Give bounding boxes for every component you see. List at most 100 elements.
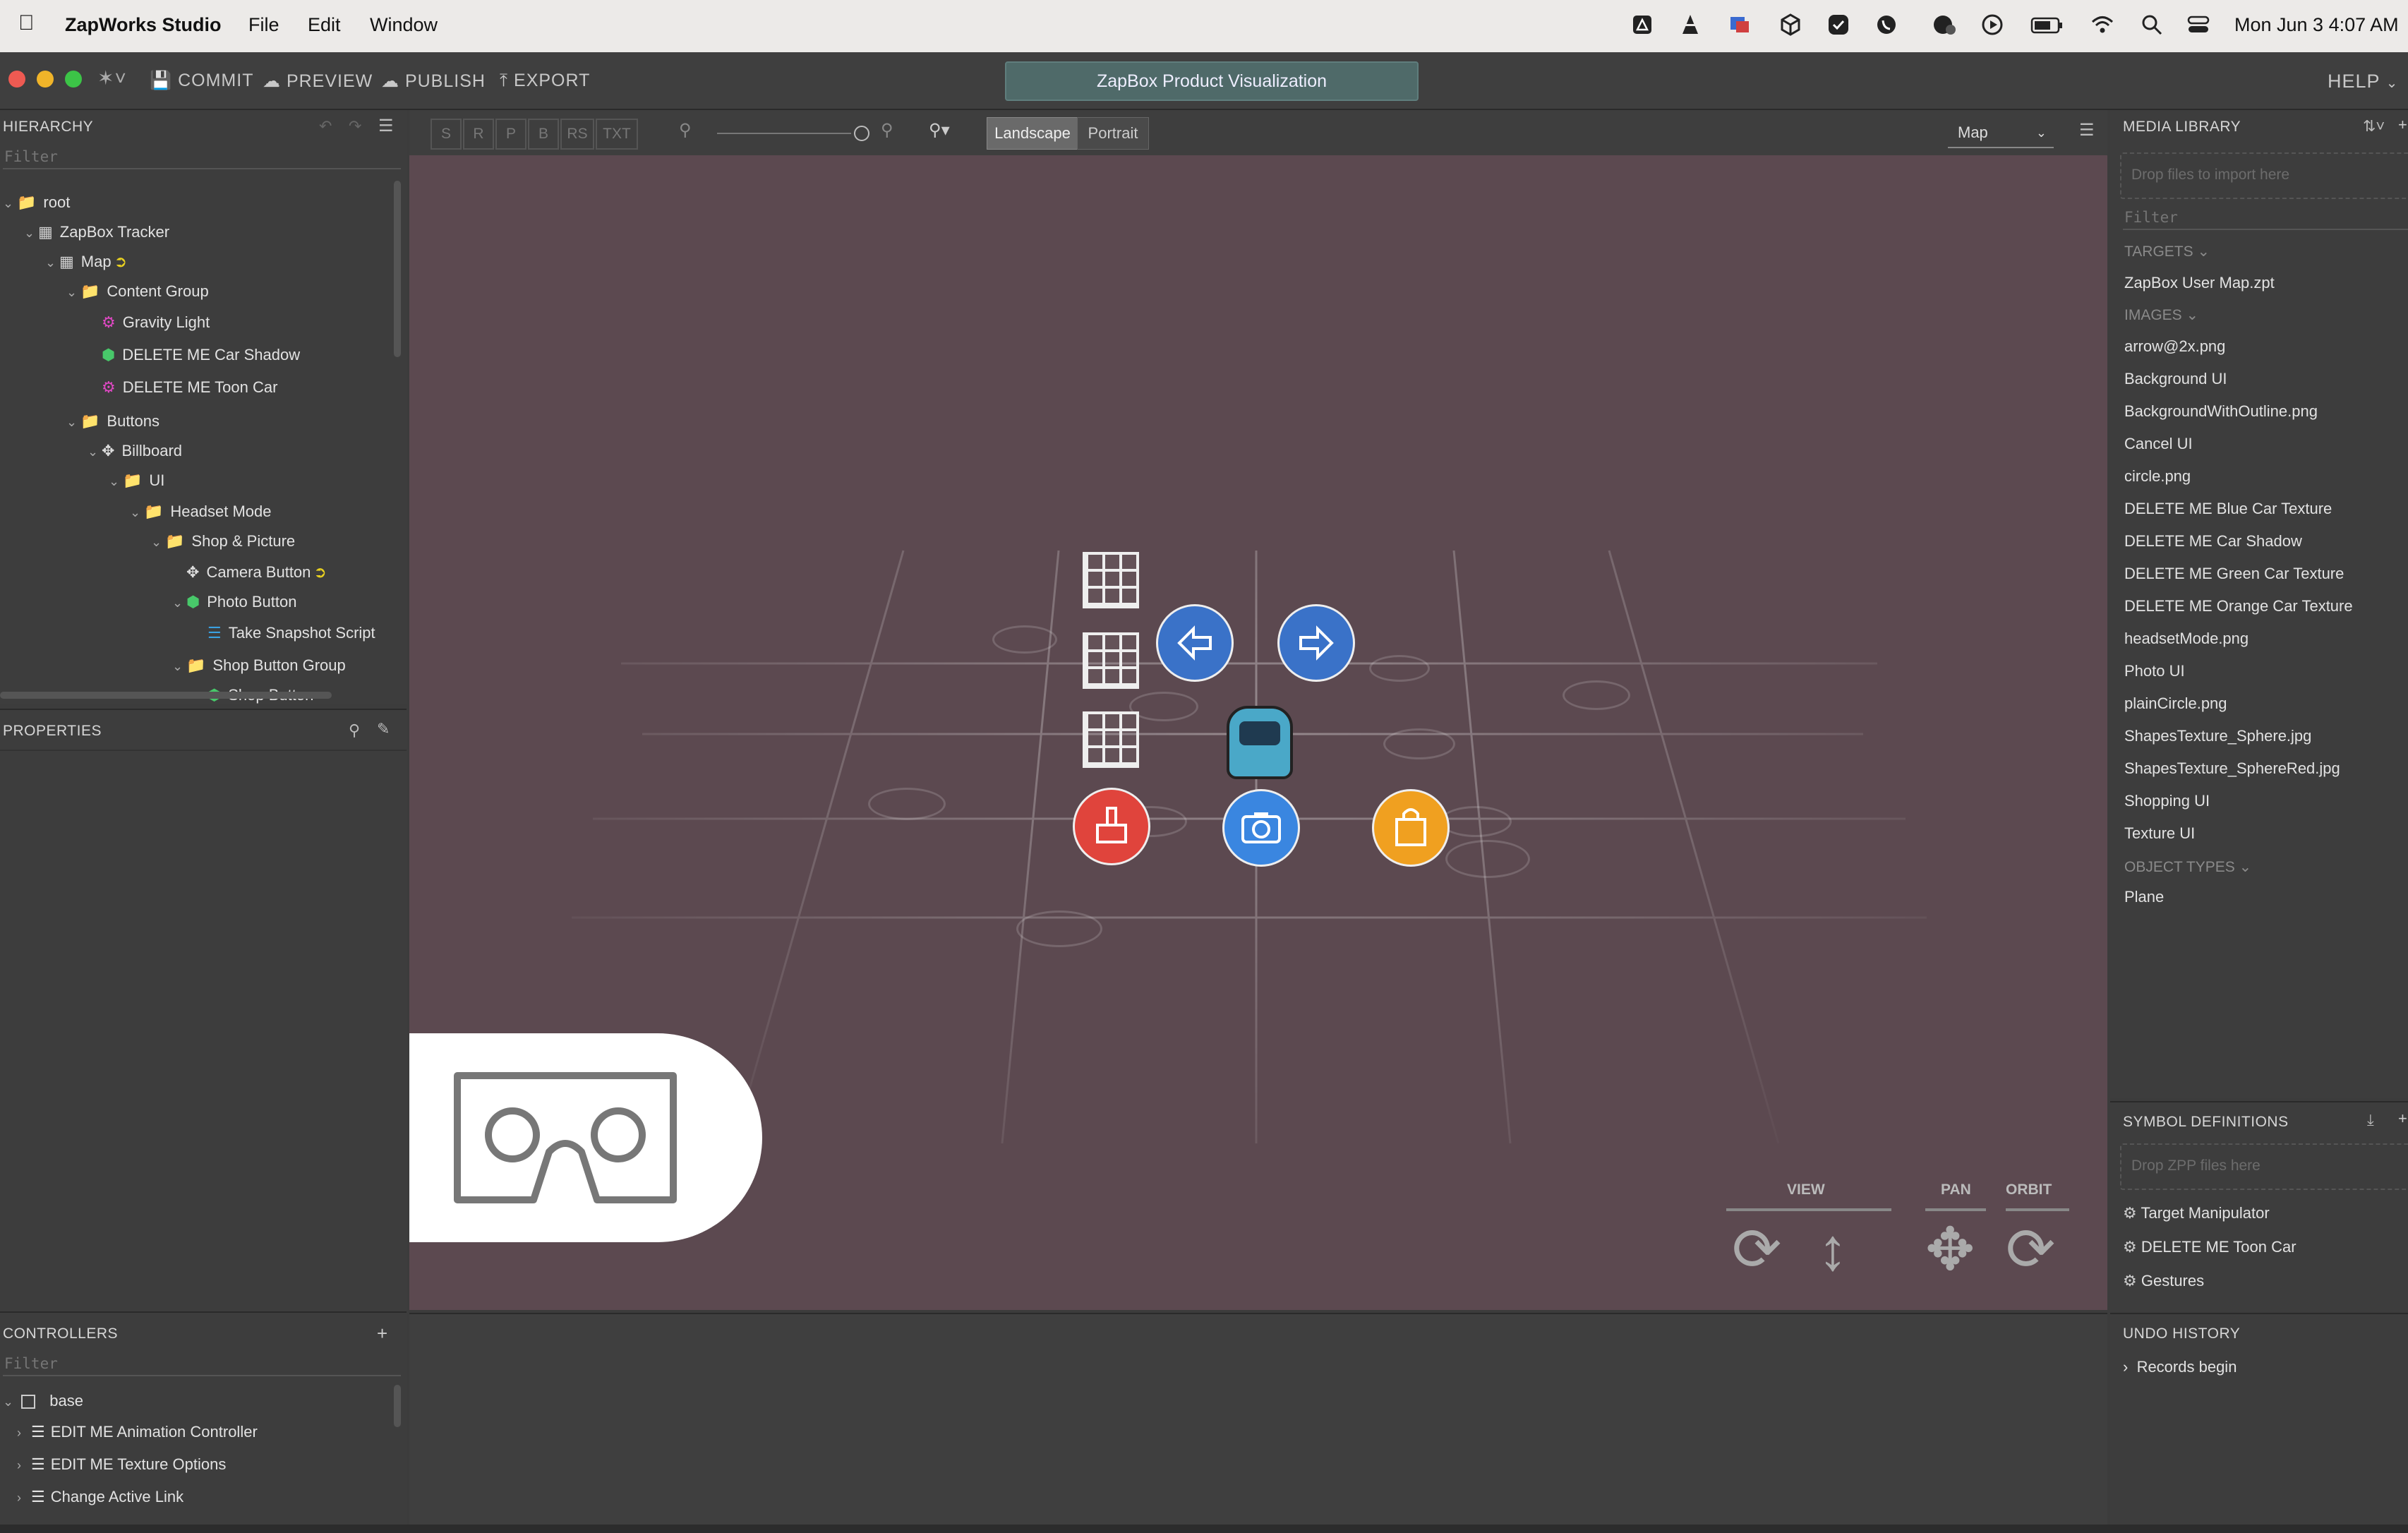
chevron-down-icon[interactable]: ⌄ bbox=[88, 441, 102, 462]
battery-icon[interactable] bbox=[2030, 13, 2065, 37]
hierarchy-item[interactable]: ☰ Take Snapshot Script bbox=[193, 623, 375, 644]
landscape-button[interactable]: Landscape bbox=[987, 117, 1078, 150]
arrow-right-button[interactable] bbox=[1277, 604, 1355, 682]
targets-section[interactable]: TARGETS ⌄ bbox=[2124, 243, 2210, 260]
properties-search-icon[interactable]: ⚲ bbox=[349, 721, 360, 740]
download-icon[interactable]: ⤓ bbox=[2367, 1111, 2374, 1129]
lightbulb-icon[interactable]: ⚲▾ bbox=[929, 120, 950, 140]
media-image-item[interactable]: circle.png bbox=[2124, 467, 2191, 486]
view-select[interactable]: Map ⌄ bbox=[1948, 119, 2054, 148]
vlc-icon[interactable] bbox=[1678, 13, 1702, 37]
media-image-item[interactable]: Photo UI bbox=[2124, 662, 2185, 680]
zoom-window-button[interactable] bbox=[65, 71, 82, 88]
hierarchy-scrollbar[interactable] bbox=[394, 181, 401, 357]
chevron-down-icon[interactable]: ⌄ bbox=[66, 282, 80, 303]
shop-button[interactable] bbox=[1372, 789, 1450, 867]
scene-viewport[interactable]: S R P B RS TXT ⚲ ⚲ ⚲▾ Landscape Portrait… bbox=[409, 110, 2107, 1310]
hierarchy-item[interactable]: ⌄ ▦ Map ➲ bbox=[45, 251, 127, 272]
paint-button[interactable] bbox=[1073, 788, 1150, 865]
chevron-right-icon[interactable]: › bbox=[17, 1422, 31, 1443]
menu-file[interactable]: File bbox=[248, 14, 279, 36]
apple-menu-icon[interactable]:  bbox=[18, 11, 35, 35]
toggle-rs[interactable]: RS bbox=[560, 119, 594, 150]
undo-icon[interactable]: ↶ bbox=[319, 117, 332, 136]
media-image-item[interactable]: ShapesTexture_SphereRed.jpg bbox=[2124, 759, 2340, 778]
object-types-section[interactable]: OBJECT TYPES ⌄ bbox=[2124, 858, 2251, 876]
hierarchy-item[interactable]: ⌄ 📁 Shop & Picture bbox=[151, 531, 295, 552]
symbol-item[interactable]: ⚙ DELETE ME Toon Car bbox=[2123, 1238, 2296, 1256]
chevron-down-icon[interactable]: ⌄ bbox=[3, 1391, 17, 1412]
hierarchy-item[interactable]: ⚙ Gravity Light bbox=[88, 312, 210, 333]
view-zoom-icon[interactable]: ↕ bbox=[1818, 1220, 1848, 1279]
media-image-item[interactable]: headsetMode.png bbox=[2124, 630, 2249, 648]
hierarchy-item[interactable]: ✥ Camera Button ➲ bbox=[172, 562, 327, 583]
controller-item-animation[interactable]: › ☰ EDIT ME Animation Controller bbox=[17, 1421, 258, 1443]
orbit-icon[interactable]: ⟳ bbox=[2006, 1220, 2055, 1279]
zoom-slider[interactable] bbox=[717, 133, 851, 134]
media-image-item[interactable]: arrow@2x.png bbox=[2124, 337, 2225, 356]
hierarchy-item[interactable]: ⌄ 📁 UI bbox=[109, 470, 164, 491]
hierarchy-item[interactable]: ⬢ DELETE ME Car Shadow bbox=[88, 344, 300, 366]
play-icon[interactable] bbox=[1980, 13, 2004, 37]
hierarchy-item[interactable]: ⌄ 📁 Shop Button Group bbox=[172, 655, 346, 676]
media-image-item[interactable]: DELETE ME Blue Car Texture bbox=[2124, 500, 2332, 518]
hierarchy-item[interactable]: ⚙ DELETE ME Toon Car bbox=[88, 377, 277, 398]
media-image-item[interactable]: DELETE ME Green Car Texture bbox=[2124, 565, 2344, 583]
portrait-button[interactable]: Portrait bbox=[1077, 117, 1149, 150]
hierarchy-item[interactable]: ⌄ 📁 root bbox=[3, 192, 70, 213]
zoom-out-icon[interactable]: ⚲ bbox=[679, 120, 692, 140]
menu-edit[interactable]: Edit bbox=[308, 14, 341, 36]
toggle-txt[interactable]: TXT bbox=[596, 119, 638, 150]
chevron-down-icon[interactable]: ⌄ bbox=[172, 592, 186, 613]
grid-tile[interactable] bbox=[1083, 632, 1139, 689]
publish-button[interactable]: ☁ PUBLISH bbox=[381, 71, 486, 92]
symbol-item[interactable]: ⚙ Target Manipulator bbox=[2123, 1204, 2270, 1222]
add-symbol-icon[interactable]: + bbox=[2398, 1110, 2407, 1128]
hierarchy-menu-icon[interactable]: ☰ bbox=[378, 116, 394, 136]
chevron-right-icon[interactable]: › bbox=[17, 1455, 31, 1476]
project-title[interactable]: ZapBox Product Visualization bbox=[1005, 61, 1419, 101]
menubar-clock[interactable]: Mon Jun 3 4:07 AM bbox=[2234, 14, 2399, 36]
media-image-item[interactable]: Background UI bbox=[2124, 370, 2227, 388]
viewport-menu-icon[interactable]: ☰ bbox=[2079, 120, 2095, 140]
media-image-item[interactable]: ShapesTexture_Sphere.jpg bbox=[2124, 727, 2311, 745]
preview-button[interactable]: ☁ PREVIEW bbox=[263, 71, 373, 92]
hierarchy-item[interactable]: ⌄ 📁 Headset Mode bbox=[130, 501, 272, 522]
hierarchy-item[interactable]: ⌄ ✥ Billboard bbox=[88, 440, 182, 462]
chevron-down-icon[interactable]: ⌄ bbox=[66, 411, 80, 433]
chevron-down-icon[interactable]: ⌄ bbox=[172, 656, 186, 677]
media-image-item[interactable]: Shopping UI bbox=[2124, 792, 2210, 810]
toggle-p[interactable]: P bbox=[495, 119, 526, 150]
viber-icon[interactable] bbox=[1874, 13, 1898, 37]
extension-badge-icon[interactable] bbox=[1932, 13, 1956, 37]
wifi-icon[interactable] bbox=[2090, 13, 2114, 37]
toggle-b[interactable]: B bbox=[528, 119, 559, 150]
pan-icon[interactable]: ✥ bbox=[1925, 1220, 1975, 1279]
export-button[interactable]: ⤒ EXPORT bbox=[500, 71, 590, 91]
media-image-item[interactable]: plainCircle.png bbox=[2124, 695, 2227, 713]
app-name-menu[interactable]: ZapWorks Studio bbox=[65, 14, 222, 36]
controller-item-link[interactable]: › ☰ Change Active Link bbox=[17, 1486, 183, 1508]
media-drop-zone[interactable]: Drop files to import here bbox=[2120, 152, 2408, 199]
grid-tile[interactable] bbox=[1083, 711, 1139, 768]
control-center-icon[interactable] bbox=[2186, 13, 2210, 37]
branch-icon[interactable]: ✶˅ bbox=[97, 66, 127, 90]
search-icon[interactable] bbox=[2140, 13, 2164, 37]
zoom-slider-handle[interactable] bbox=[854, 126, 869, 141]
camera-button[interactable] bbox=[1222, 789, 1300, 867]
chevron-down-icon[interactable]: ⌄ bbox=[45, 252, 59, 273]
add-media-icon[interactable]: + bbox=[2398, 116, 2407, 134]
controllers-scrollbar[interactable] bbox=[394, 1385, 401, 1427]
controllers-filter-input[interactable] bbox=[3, 1352, 401, 1376]
hierarchy-item[interactable]: ⌄ ⬢ Photo Button bbox=[172, 591, 296, 613]
controller-item-texture[interactable]: › ☰ EDIT ME Texture Options bbox=[17, 1454, 226, 1475]
add-controller-icon[interactable]: + bbox=[377, 1323, 387, 1345]
media-image-item[interactable]: DELETE ME Orange Car Texture bbox=[2124, 597, 2353, 615]
symbol-item[interactable]: ⚙ Gestures bbox=[2123, 1272, 2204, 1290]
toggle-s[interactable]: S bbox=[431, 119, 462, 150]
headset-mode-button[interactable] bbox=[409, 1033, 762, 1242]
undo-history-item[interactable]: › Records begin bbox=[2123, 1358, 2237, 1376]
media-image-item[interactable]: Cancel UI bbox=[2124, 435, 2193, 453]
arrow-left-button[interactable] bbox=[1156, 604, 1234, 682]
controller-item-base[interactable]: ⌄ base bbox=[3, 1390, 83, 1412]
